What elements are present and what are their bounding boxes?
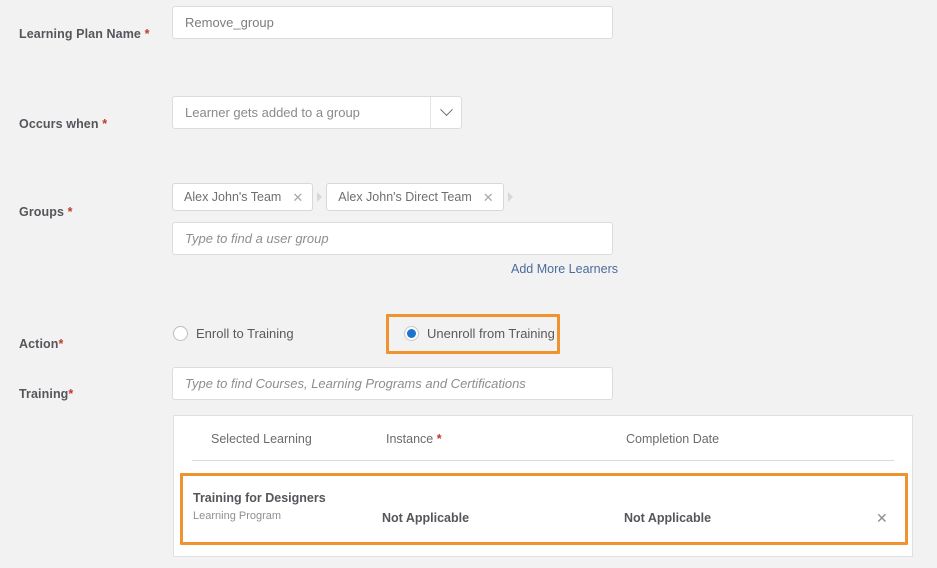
column-header-selected-learning-text: Selected Learning — [211, 432, 312, 446]
table-row[interactable]: Training for Designers Learning Program … — [174, 473, 912, 545]
radio-selected-icon — [404, 326, 419, 341]
radio-enroll-to-training[interactable]: Enroll to Training — [173, 326, 294, 341]
training-label: Training* — [19, 387, 73, 401]
cell-selected-learning-type: Learning Program — [193, 510, 282, 522]
training-label-text: Training — [19, 387, 69, 401]
chevron-down-icon[interactable] — [430, 97, 461, 128]
chip-separator-icon — [507, 192, 513, 202]
required-asterisk: * — [144, 27, 150, 41]
column-header-completion-date-text: Completion Date — [626, 432, 720, 446]
group-chip-label: Alex John's Team — [184, 190, 282, 204]
groups-search-placeholder: Type to find a user group — [185, 231, 329, 246]
radio-unselected-icon — [173, 326, 188, 341]
groups-chip-list: Alex John's Team ✕ Alex John's Direct Te… — [172, 183, 517, 211]
add-more-learners-link[interactable]: Add More Learners — [511, 262, 618, 276]
radio-unenroll-label: Unenroll from Training — [427, 326, 555, 341]
required-asterisk: * — [102, 117, 108, 131]
field-row-learning-plan-name: Learning Plan Name * Remove_group — [0, 0, 937, 70]
occurs-when-select[interactable]: Learner gets added to a group — [172, 96, 462, 129]
close-icon[interactable]: ✕ — [292, 191, 303, 204]
close-icon[interactable]: ✕ — [876, 511, 888, 525]
close-icon[interactable]: ✕ — [483, 191, 494, 204]
required-asterisk: * — [58, 337, 64, 351]
learning-plan-name-input[interactable]: Remove_group — [172, 6, 613, 39]
required-asterisk: * — [68, 387, 74, 401]
column-header-selected-learning: Selected Learning — [211, 432, 312, 446]
action-label: Action* — [19, 337, 63, 351]
field-row-groups: Groups * Alex John's Team ✕ Alex John's … — [0, 180, 937, 285]
cell-instance: Not Applicable — [382, 511, 470, 525]
occurs-when-label-text: Occurs when — [19, 117, 99, 131]
radio-enroll-label: Enroll to Training — [196, 326, 294, 341]
group-chip[interactable]: Alex John's Team ✕ — [172, 183, 314, 211]
group-chip-label: Alex John's Direct Team — [338, 190, 472, 204]
required-asterisk: * — [436, 432, 442, 446]
selected-learning-panel: Selected Learning Instance * Completion … — [173, 415, 913, 557]
groups-search-input[interactable]: Type to find a user group — [172, 222, 613, 255]
learning-plan-name-value: Remove_group — [185, 15, 274, 30]
group-chip[interactable]: Alex John's Direct Team ✕ — [326, 183, 504, 211]
required-asterisk: * — [67, 205, 73, 219]
column-header-instance-text: Instance — [386, 432, 434, 446]
groups-label: Groups * — [19, 205, 73, 219]
groups-label-text: Groups — [19, 205, 65, 219]
training-search-placeholder: Type to find Courses, Learning Programs … — [185, 376, 526, 391]
field-row-training: Training* Type to find Courses, Learning… — [0, 366, 937, 406]
chip-separator-icon — [317, 192, 323, 202]
field-row-action: Action* Enroll to Training Unenroll from… — [0, 314, 937, 358]
field-row-occurs-when: Occurs when * Learner gets added to a gr… — [0, 90, 937, 150]
cell-completion-date: Not Applicable — [624, 511, 712, 525]
learning-plan-form: Learning Plan Name * Remove_group Occurs… — [0, 0, 937, 568]
cell-selected-learning-title: Training for Designers — [193, 491, 326, 505]
radio-unenroll-from-training[interactable]: Unenroll from Training — [404, 326, 555, 341]
learning-plan-name-label-text: Learning Plan Name — [19, 27, 141, 41]
occurs-when-label: Occurs when * — [19, 117, 107, 131]
action-label-text: Action — [19, 337, 59, 351]
table-header: Selected Learning Instance * Completion … — [192, 416, 894, 461]
learning-plan-name-label: Learning Plan Name * — [19, 27, 150, 41]
occurs-when-selected-value: Learner gets added to a group — [185, 105, 360, 120]
column-header-completion-date: Completion Date — [626, 432, 719, 446]
training-search-input[interactable]: Type to find Courses, Learning Programs … — [172, 367, 613, 400]
column-header-instance: Instance * — [386, 432, 442, 446]
